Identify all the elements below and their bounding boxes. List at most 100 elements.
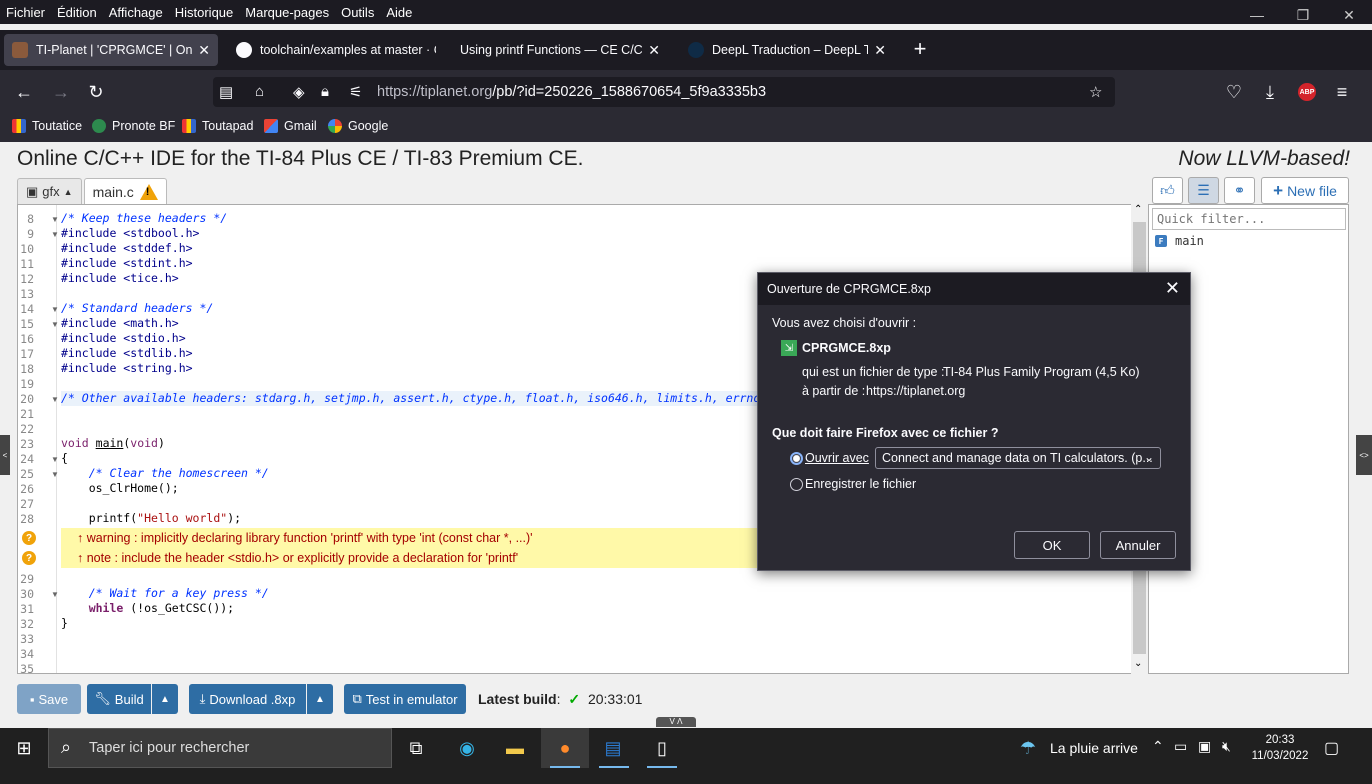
- menu-item[interactable]: Historique: [169, 5, 240, 20]
- code-line[interactable]: /* Other available headers: stdarg.h, se…: [61, 391, 795, 406]
- save-button[interactable]: ▪ Save: [17, 684, 81, 714]
- build-button[interactable]: 🔧︎ Build: [87, 684, 151, 714]
- chevron-up-icon[interactable]: ⌃: [1152, 738, 1164, 755]
- volume-muted-icon[interactable]: 🔇︎: [1222, 738, 1231, 755]
- taskbar-search[interactable]: ⌕ Taper ici pour rechercher: [48, 728, 392, 768]
- code-line[interactable]: void main(void): [61, 436, 165, 451]
- code-line[interactable]: while (!os_GetCSC());: [61, 601, 234, 616]
- fold-arrow-icon[interactable]: ▼: [51, 470, 59, 479]
- tab-deepl[interactable]: DeepL Traduction – DeepL Transl ✕: [680, 34, 894, 66]
- code-line[interactable]: printf("Hello world");: [61, 511, 241, 526]
- code-line[interactable]: os_ClrHome();: [61, 481, 179, 496]
- code-line[interactable]: #include <stdint.h>: [61, 256, 193, 271]
- menu-item[interactable]: Affichage: [103, 5, 169, 20]
- minimize-button[interactable]: —: [1234, 0, 1280, 30]
- cancel-button[interactable]: Annuler: [1100, 531, 1176, 559]
- windows-start-icon[interactable]: ⊞: [12, 736, 36, 760]
- code-line[interactable]: #include <stdbool.h>: [61, 226, 199, 241]
- close-tab-icon[interactable]: ✕: [198, 42, 210, 59]
- code-line[interactable]: /* Keep these headers */: [61, 211, 227, 226]
- code-line[interactable]: /* Clear the homescreen */: [61, 466, 269, 481]
- tab-github[interactable]: toolchain/examples at master · C: [228, 34, 444, 66]
- task-view-icon[interactable]: ⧉: [404, 736, 428, 760]
- bookmark-gmail[interactable]: Gmail: [264, 119, 317, 133]
- new-file-button[interactable]: + New file: [1261, 177, 1349, 204]
- code-line[interactable]: #include <math.h>: [61, 316, 179, 331]
- code-line[interactable]: {: [61, 451, 68, 466]
- code-line[interactable]: #include <stdlib.h>: [61, 346, 193, 361]
- bookmark-toutatice[interactable]: Toutatice: [12, 119, 82, 133]
- bookmark-pronote[interactable]: Pronote BF: [92, 119, 175, 133]
- new-tab-button[interactable]: +: [910, 38, 930, 60]
- code-line[interactable]: #include <tice.h>: [61, 271, 179, 286]
- build-options-button[interactable]: ▲: [152, 684, 178, 714]
- menu-item[interactable]: Fichier: [0, 5, 51, 20]
- right-panel-toggle[interactable]: <>: [1356, 435, 1372, 475]
- permissions-icon[interactable]: ⚟: [349, 83, 362, 101]
- left-panel-toggle[interactable]: <: [0, 435, 10, 475]
- scroll-down-icon[interactable]: ⌄: [1134, 658, 1142, 669]
- back-icon[interactable]: ←: [13, 82, 35, 102]
- restore-button[interactable]: ❐: [1280, 0, 1326, 30]
- main-c-tab[interactable]: main.c: [83, 178, 167, 204]
- bookmark-star-icon[interactable]: ☆: [1089, 83, 1102, 101]
- forward-icon[interactable]: →: [50, 82, 72, 102]
- ok-button[interactable]: OK: [1014, 531, 1090, 559]
- code-line[interactable]: }: [61, 616, 68, 631]
- menu-item[interactable]: Édition: [51, 5, 103, 20]
- fold-arrow-icon[interactable]: ▼: [51, 215, 59, 224]
- fold-arrow-icon[interactable]: ▼: [51, 590, 59, 599]
- battery-icon[interactable]: ▭: [1174, 738, 1187, 755]
- bookmark-google[interactable]: Google: [328, 119, 388, 133]
- home-icon[interactable]: ⌂: [255, 83, 264, 100]
- pocket-icon[interactable]: ♡: [1223, 82, 1245, 102]
- umbrella-icon[interactable]: ☂: [1016, 736, 1040, 760]
- menu-item[interactable]: Marque-pages: [239, 5, 335, 20]
- notification-icon[interactable]: ▢: [1324, 738, 1339, 758]
- menu-item[interactable]: Outils: [335, 5, 380, 20]
- open-with-label[interactable]: Ouvrir avec: [805, 451, 869, 465]
- open-with-radio[interactable]: [790, 452, 803, 465]
- close-tab-icon[interactable]: ✕: [648, 42, 660, 59]
- fold-arrow-icon[interactable]: ▼: [51, 230, 59, 239]
- open-with-app-select[interactable]: Connect and manage data on TI calculator…: [875, 447, 1161, 469]
- system-clock[interactable]: 20:33 11/03/2022: [1250, 732, 1310, 764]
- url-text[interactable]: https://tiplanet.org/pb/?id=250226_15886…: [377, 84, 766, 100]
- download-button[interactable]: ⤓ Download .8xp: [189, 684, 306, 714]
- document-icon[interactable]: ▯: [650, 736, 674, 760]
- firefox-icon[interactable]: ●: [553, 736, 577, 760]
- edge-icon[interactable]: ◉: [455, 736, 479, 760]
- fold-arrow-icon[interactable]: ▼: [51, 320, 59, 329]
- network-icon[interactable]: ▣: [1198, 738, 1211, 755]
- close-icon[interactable]: ✕: [1165, 278, 1180, 299]
- bookmark-toutapad[interactable]: Toutapad: [182, 119, 253, 133]
- fold-arrow-icon[interactable]: ▼: [51, 305, 59, 314]
- downloads-icon[interactable]: ⤓: [1259, 82, 1281, 102]
- lock-icon[interactable]: 🔒︎: [321, 83, 329, 100]
- gfx-tab[interactable]: ▣ gfx ▲: [17, 178, 82, 204]
- code-line[interactable]: #include <stddef.h>: [61, 241, 193, 256]
- weather-text[interactable]: La pluie arrive: [1050, 740, 1138, 756]
- view-button[interactable]: ⚭: [1224, 177, 1255, 204]
- reader-view-icon[interactable]: ▤: [219, 83, 233, 101]
- fold-arrow-icon[interactable]: ▼: [51, 395, 59, 404]
- like-button[interactable]: 👍︎: [1152, 177, 1183, 204]
- code-line[interactable]: #include <string.h>: [61, 361, 193, 376]
- fold-arrow-icon[interactable]: ▼: [51, 455, 59, 464]
- code-line[interactable]: /* Wait for a key press */: [61, 586, 269, 601]
- adblock-plus-icon[interactable]: ABP: [1298, 83, 1316, 101]
- scroll-up-icon[interactable]: ⌃: [1134, 204, 1142, 215]
- close-tab-icon[interactable]: ✕: [874, 42, 886, 59]
- save-file-radio[interactable]: [790, 478, 803, 491]
- tab-printf[interactable]: Using printf Functions — CE C/C++ ✕: [452, 34, 668, 66]
- test-emulator-button[interactable]: ⧉ Test in emulator: [344, 684, 466, 714]
- code-line[interactable]: #include <stdio.h>: [61, 331, 186, 346]
- reload-icon[interactable]: ↻: [85, 82, 107, 102]
- code-line[interactable]: /* Standard headers */: [61, 301, 213, 316]
- url-bar[interactable]: ▤ ⌂ ◈ 🔒︎ ⚟ https://tiplanet.org/pb/?id=2…: [213, 77, 1115, 107]
- format-button[interactable]: ☰: [1188, 177, 1219, 204]
- sidebar-file-main[interactable]: F main: [1155, 234, 1204, 248]
- hamburger-menu-icon[interactable]: ≡: [1331, 82, 1353, 102]
- shield-icon[interactable]: ◈: [293, 83, 305, 101]
- bottom-panel-toggle[interactable]: V Λ: [656, 717, 696, 727]
